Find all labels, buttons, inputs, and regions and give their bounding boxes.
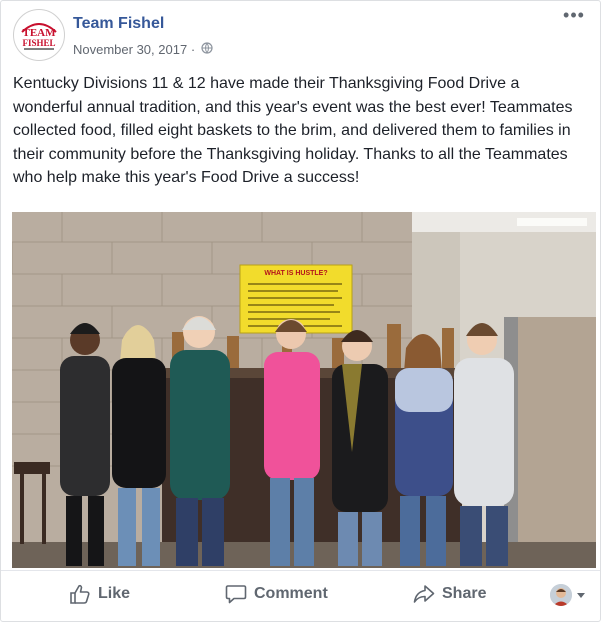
- page-avatar[interactable]: TEAM FISHEL: [13, 9, 65, 61]
- post-header: TEAM FISHEL Team Fishel November 30, 201…: [13, 6, 588, 61]
- post-author-name[interactable]: Team Fishel: [73, 15, 164, 33]
- comment-icon: [225, 585, 247, 604]
- like-label: Like: [98, 585, 131, 602]
- more-options-icon[interactable]: •••: [562, 6, 586, 27]
- group-photo-illustration: WHAT IS HUSTLE?: [12, 212, 596, 568]
- post-date[interactable]: November 30, 2017: [73, 42, 187, 57]
- share-icon: [413, 585, 435, 603]
- comment-button[interactable]: Comment: [225, 581, 328, 607]
- date-separator: ·: [190, 42, 196, 58]
- comment-label: Comment: [254, 585, 328, 602]
- like-icon: [70, 584, 90, 604]
- user-avatar: [550, 584, 572, 606]
- post-as-selector[interactable]: [550, 583, 586, 607]
- globe-icon[interactable]: [201, 42, 213, 57]
- chevron-down-icon: [577, 593, 585, 598]
- team-fishel-logo: TEAM FISHEL: [15, 11, 63, 59]
- post-meta: November 30, 2017 ·: [73, 41, 213, 57]
- facebook-post: TEAM FISHEL Team Fishel November 30, 201…: [0, 0, 601, 622]
- post-text: Kentucky Divisions 11 & 12 have made the…: [13, 75, 573, 186]
- share-label: Share: [442, 585, 487, 602]
- logo-text-line2: FISHEL: [22, 38, 55, 48]
- post-photo[interactable]: WHAT IS HUSTLE?: [12, 212, 596, 568]
- share-button[interactable]: Share: [413, 581, 486, 607]
- poster-title: WHAT IS HUSTLE?: [264, 270, 327, 277]
- like-button[interactable]: Like: [69, 581, 130, 607]
- post-actions-bar: Like Comment Share: [1, 570, 600, 619]
